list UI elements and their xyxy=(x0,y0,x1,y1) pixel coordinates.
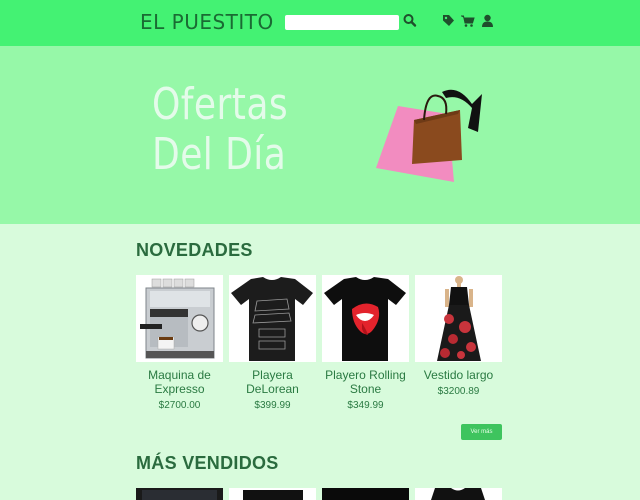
product-image[interactable] xyxy=(136,488,223,500)
product-name[interactable]: Playero Rolling Stone xyxy=(322,368,409,396)
product-card[interactable]: Maquina de Expresso $2700.00 xyxy=(136,275,223,411)
shopping-bags-illustration xyxy=(376,89,482,182)
product-image[interactable] xyxy=(322,275,409,362)
search-icon[interactable] xyxy=(403,13,417,29)
hero-title: Ofertas Del Día xyxy=(152,80,288,180)
product-card[interactable] xyxy=(136,488,223,500)
product-name[interactable]: Maquina de Expresso xyxy=(136,368,223,396)
product-image[interactable] xyxy=(322,488,409,500)
hero-banner: Ofertas Del Día xyxy=(0,46,640,224)
see-more-button[interactable]: Ver más xyxy=(461,424,502,440)
product-image[interactable] xyxy=(229,275,316,362)
product-image[interactable] xyxy=(415,275,502,362)
product-image[interactable] xyxy=(229,488,316,500)
hero-title-line2: Del Día xyxy=(152,129,287,180)
section-title-novedades: NOVEDADES xyxy=(136,240,253,260)
product-image[interactable] xyxy=(136,275,223,362)
brand-logo[interactable]: EL PUESTITO xyxy=(140,10,274,34)
tag-icon[interactable] xyxy=(442,14,455,28)
product-name[interactable]: Vestido largo xyxy=(415,368,502,382)
product-card[interactable]: Playera DeLorean $399.99 xyxy=(229,275,316,411)
product-price: $3200.89 xyxy=(437,386,480,397)
product-price: $399.99 xyxy=(254,400,291,411)
product-card[interactable]: Playero Rolling Stone $349.99 xyxy=(322,275,409,411)
section-title-mas-vendidos: MÁS VENDIDOS xyxy=(136,453,279,473)
user-icon[interactable] xyxy=(481,14,494,28)
top-navbar: EL PUESTITO xyxy=(0,0,640,46)
product-name[interactable]: Playera DeLorean xyxy=(229,368,316,396)
product-card[interactable]: Vestido largo $3200.89 xyxy=(415,275,502,397)
product-image[interactable] xyxy=(415,488,502,500)
product-card[interactable] xyxy=(229,488,316,500)
search-input[interactable] xyxy=(285,15,399,30)
product-card[interactable] xyxy=(415,488,502,500)
product-price: $349.99 xyxy=(347,400,384,411)
hero-title-line1: Ofertas xyxy=(152,79,289,130)
cart-icon[interactable] xyxy=(461,14,475,28)
product-card[interactable] xyxy=(322,488,409,500)
product-price: $2700.00 xyxy=(158,400,201,411)
